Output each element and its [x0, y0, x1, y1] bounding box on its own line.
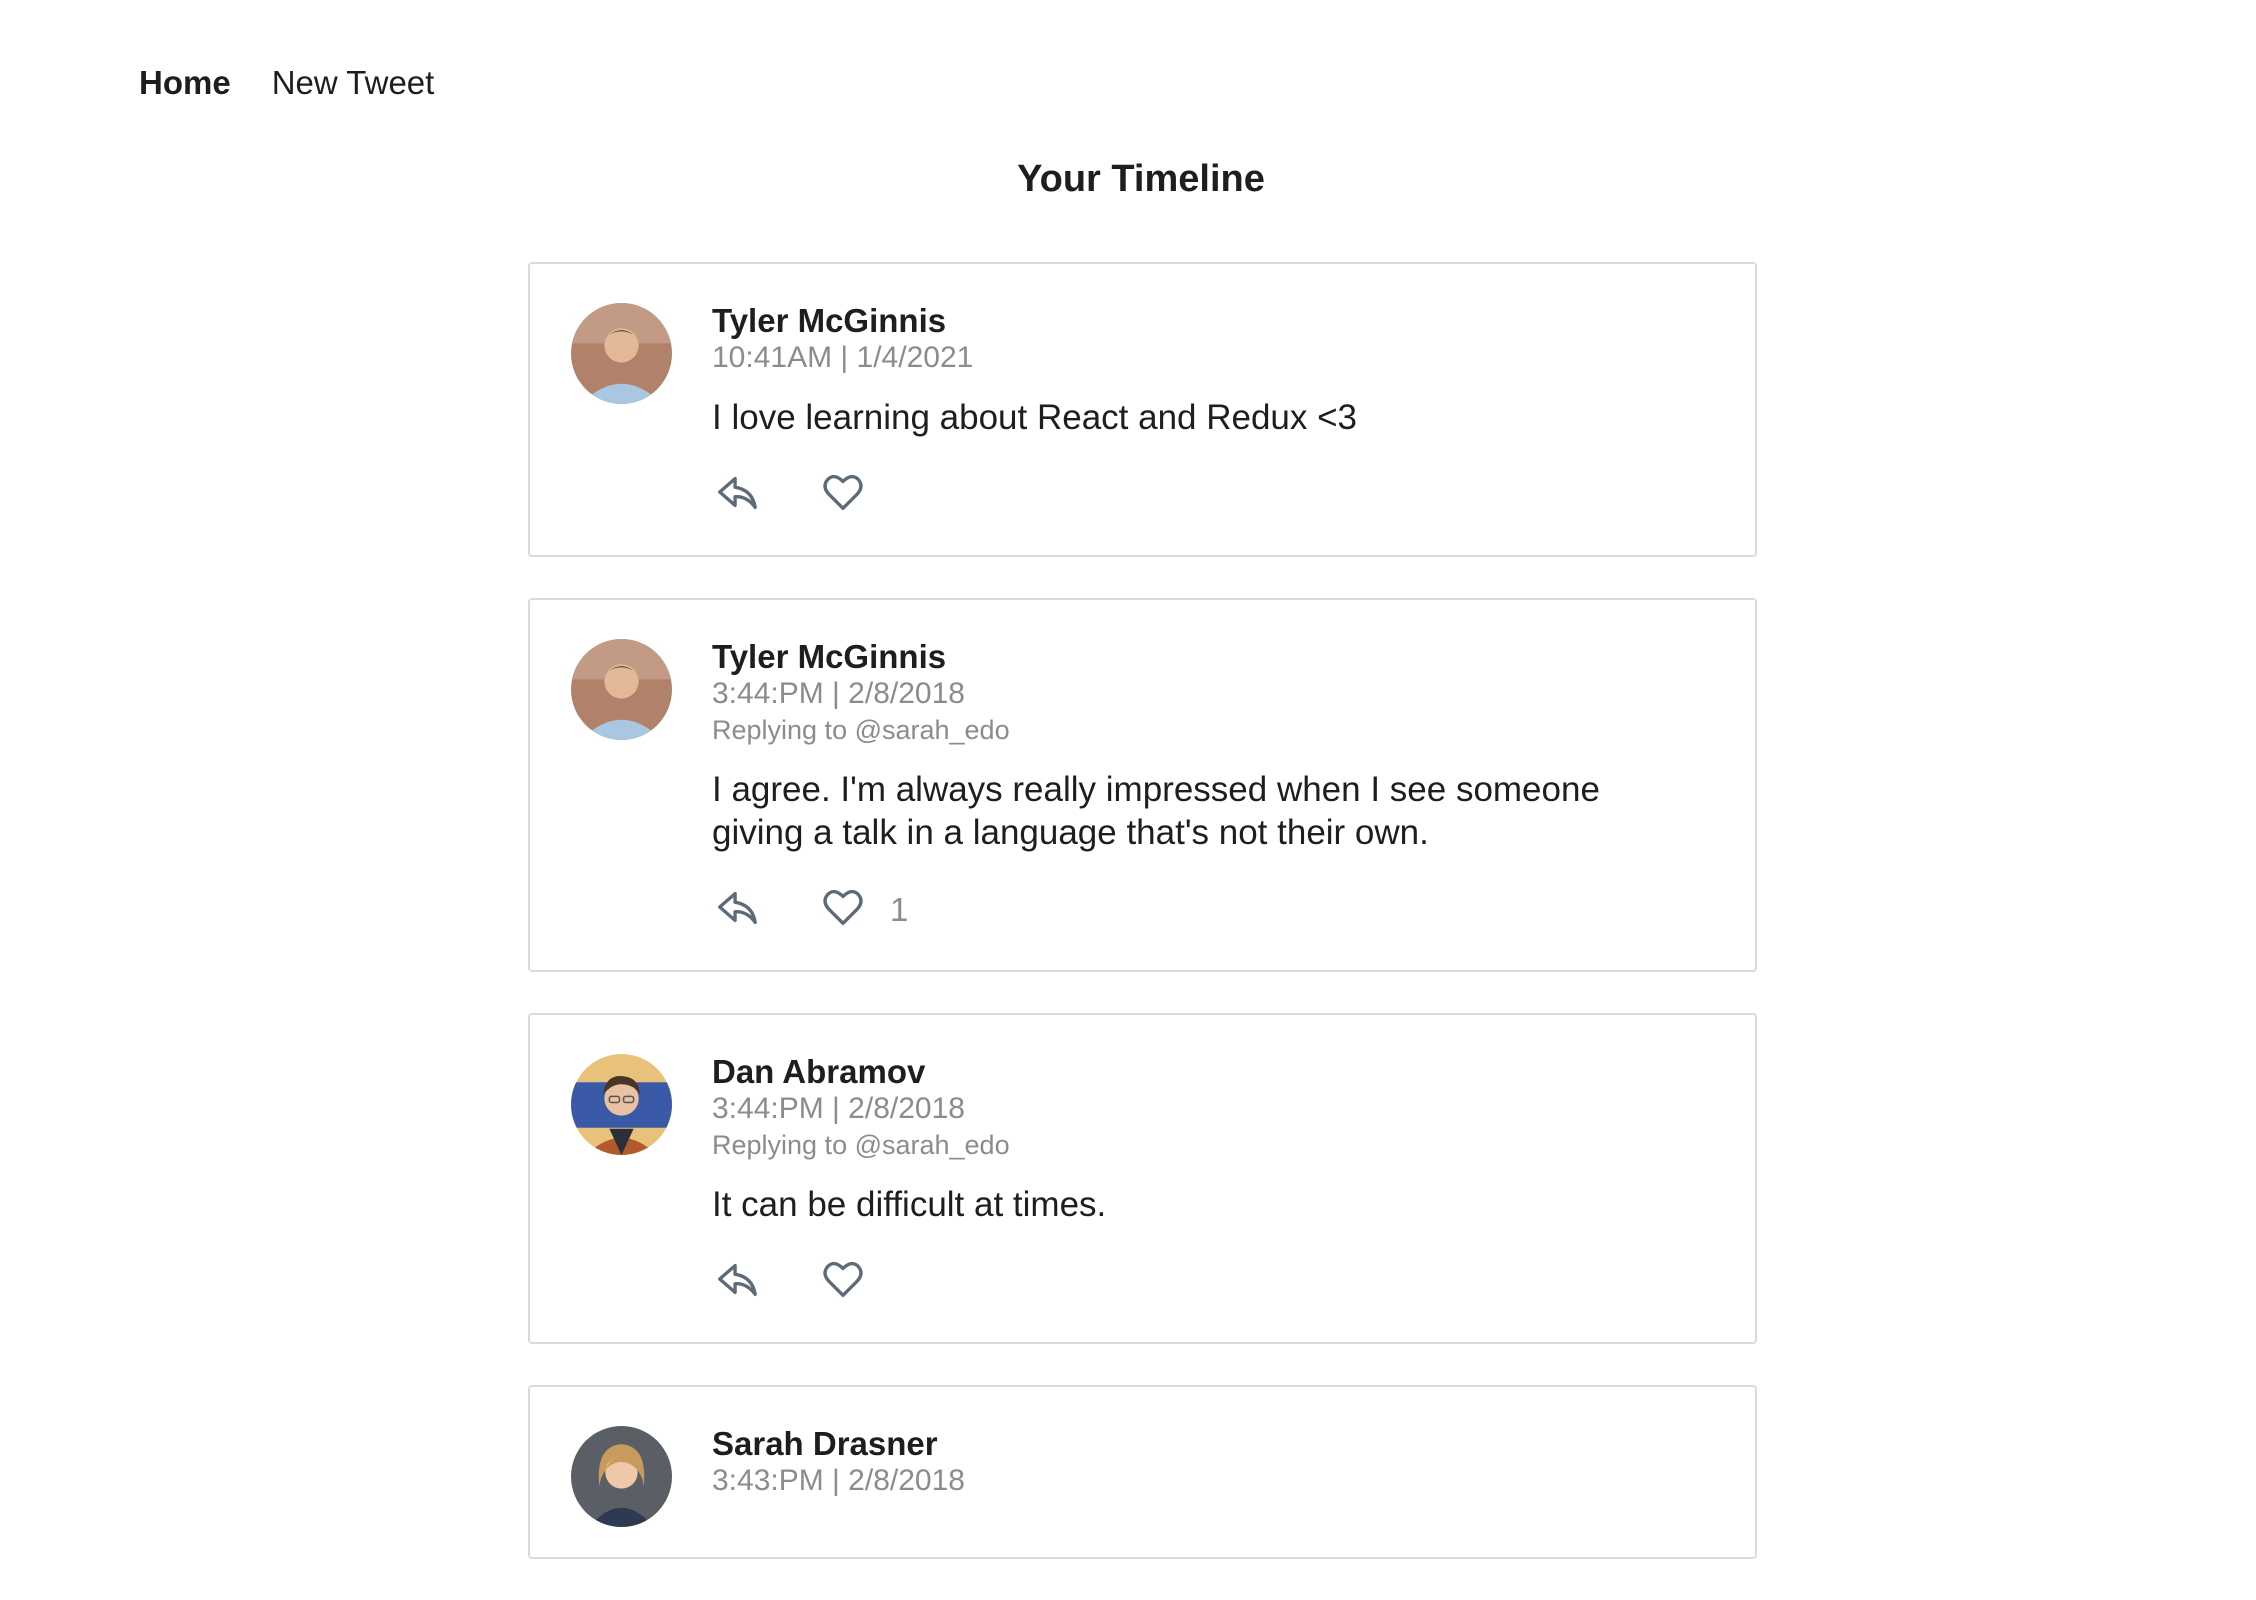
tweet-author: Dan Abramov	[712, 1053, 926, 1090]
tweet-timestamp: 3:43:PM | 2/8/2018	[712, 1464, 965, 1497]
tweet-card[interactable]: Dan Abramov 3:44:PM | 2/8/2018 Replying …	[528, 1013, 1757, 1344]
reply-button[interactable]	[712, 1254, 762, 1304]
heart-icon	[823, 889, 863, 925]
tweet-timestamp: 3:44:PM | 2/8/2018	[712, 677, 965, 710]
page-title: Your Timeline	[1017, 158, 1265, 200]
like-button[interactable]	[818, 882, 868, 932]
heart-icon	[823, 1261, 863, 1297]
tweet-author: Tyler McGinnis	[712, 302, 947, 339]
avatar	[571, 303, 672, 404]
avatar-dan-icon	[571, 1054, 672, 1155]
tweet-text: I love learning about React and Redux <3	[712, 398, 1358, 437]
nav-new-tweet-link[interactable]: New Tweet	[272, 64, 435, 102]
like-button[interactable]	[818, 467, 868, 517]
avatar-sarah-icon	[571, 1426, 672, 1527]
tweet-card[interactable]: Tyler McGinnis 10:41AM | 1/4/2021 I love…	[528, 262, 1757, 557]
tweet-list: Tyler McGinnis 10:41AM | 1/4/2021 I love…	[528, 262, 1757, 1600]
tweet-author: Tyler McGinnis	[712, 638, 947, 675]
replying-to-text: Replying to @sarah_edo	[712, 1130, 1010, 1160]
tweet-timestamp: 3:44:PM | 2/8/2018	[712, 1092, 965, 1125]
avatar	[571, 1426, 672, 1527]
tweet-actions	[712, 467, 1715, 517]
tweet-actions	[712, 1254, 1715, 1304]
top-nav: Home New Tweet	[139, 64, 434, 102]
tweet-text: It can be difficult at times.	[712, 1185, 1107, 1224]
reply-icon	[718, 1263, 757, 1297]
heart-icon	[823, 474, 863, 510]
replying-to-text: Replying to @sarah_edo	[712, 715, 1010, 745]
tweet-card[interactable]: Tyler McGinnis 3:44:PM | 2/8/2018 Replyi…	[528, 598, 1757, 972]
nav-home-link[interactable]: Home	[139, 64, 231, 102]
like-button[interactable]	[818, 1254, 868, 1304]
reply-icon	[718, 476, 757, 510]
tweet-text: I agree. I'm always really impressed whe…	[712, 770, 1600, 852]
avatar-tyler-icon	[571, 303, 672, 404]
avatar	[571, 639, 672, 740]
reply-icon	[718, 891, 757, 925]
tweet-timestamp: 10:41AM | 1/4/2021	[712, 341, 974, 374]
reply-button[interactable]	[712, 882, 762, 932]
avatar	[571, 1054, 672, 1155]
tweet-card[interactable]: Sarah Drasner 3:43:PM | 2/8/2018	[528, 1385, 1757, 1559]
avatar-tyler-icon	[571, 639, 672, 740]
like-count: 1	[890, 891, 909, 928]
tweet-actions: 1	[712, 882, 1715, 932]
tweet-author: Sarah Drasner	[712, 1425, 938, 1462]
reply-button[interactable]	[712, 467, 762, 517]
